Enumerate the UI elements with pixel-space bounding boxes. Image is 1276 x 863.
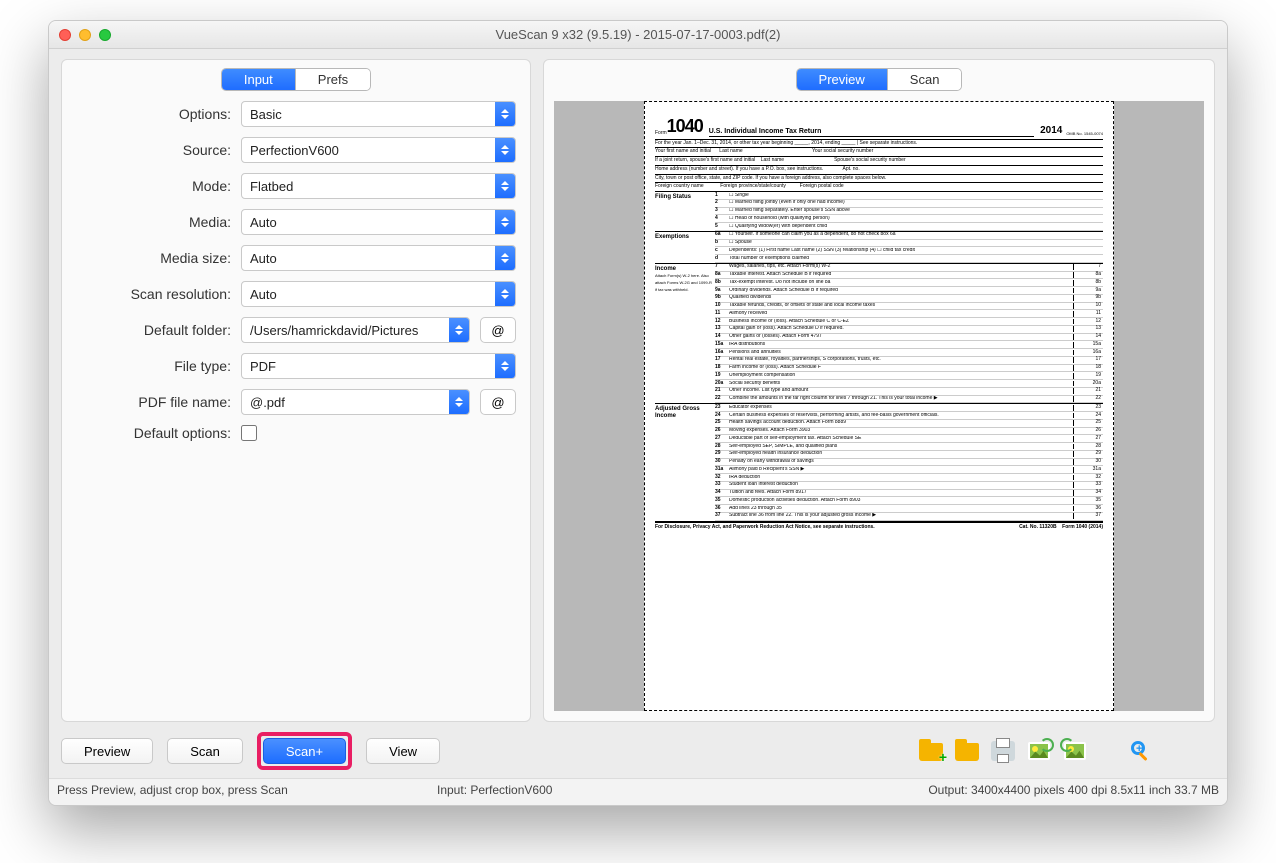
preview-button[interactable]: Preview (61, 738, 153, 764)
mediasize-label: Media size: (76, 250, 231, 266)
media-select[interactable]: Auto (241, 209, 516, 235)
mode-select[interactable]: Flatbed (241, 173, 516, 199)
folder-at-button[interactable]: @ (480, 317, 516, 343)
options-label: Options: (76, 106, 231, 122)
rotate-right-icon[interactable] (1061, 739, 1089, 763)
open-folder-icon[interactable] (953, 739, 981, 763)
source-select[interactable]: PerfectionV600 (241, 137, 516, 163)
chevron-updown-icon (495, 282, 515, 306)
printer-icon[interactable] (989, 739, 1017, 763)
status-right: Output: 3400x4400 pixels 400 dpi 8.5x11 … (777, 783, 1219, 797)
titlebar: VueScan 9 x32 (9.5.19) - 2015-07-17-0003… (49, 21, 1227, 49)
mediasize-select[interactable]: Auto (241, 245, 516, 271)
status-bar: Press Preview, adjust crop box, press Sc… (49, 778, 1227, 805)
scanplus-highlight: Scan+ (257, 732, 352, 770)
window-title: VueScan 9 x32 (9.5.19) - 2015-07-17-0003… (49, 27, 1227, 42)
form-year: 20201414 (1040, 125, 1062, 137)
pdfname-select[interactable]: @.pdf (241, 389, 470, 415)
media-label: Media: (76, 214, 231, 230)
chevron-updown-icon (449, 390, 469, 414)
form-title: U.S. Individual Income Tax Return (709, 128, 1034, 137)
chevron-updown-icon (495, 138, 515, 162)
settings-panel: Input Prefs Options: Basic Source: Perfe… (61, 59, 531, 722)
tab-prefs[interactable]: Prefs (295, 69, 370, 90)
scan-button[interactable]: Scan (167, 738, 243, 764)
source-label: Source: (76, 142, 231, 158)
chevron-updown-icon (495, 354, 515, 378)
scanres-label: Scan resolution: (76, 286, 231, 302)
app-window: VueScan 9 x32 (9.5.19) - 2015-07-17-0003… (48, 20, 1228, 806)
chevron-updown-icon (495, 246, 515, 270)
chevron-updown-icon (495, 210, 515, 234)
options-select[interactable]: Basic (241, 101, 516, 127)
scanres-select[interactable]: Auto (241, 281, 516, 307)
scanned-document: Form 1040 U.S. Individual Income Tax Ret… (644, 101, 1114, 711)
tab-scan[interactable]: Scan (887, 69, 962, 90)
scanplus-button[interactable]: Scan+ (263, 738, 346, 764)
form-number: 1040 (667, 116, 703, 137)
chevron-updown-icon (449, 318, 469, 342)
defaultopts-label: Default options: (76, 425, 231, 441)
right-tabs: Preview Scan (796, 68, 963, 91)
preview-area[interactable]: Form 1040 U.S. Individual Income Tax Ret… (554, 101, 1204, 711)
defaultopts-checkbox[interactable] (241, 425, 257, 441)
bottom-toolbar: Preview Scan Scan+ View + (49, 726, 1227, 774)
tab-input[interactable]: Input (222, 69, 295, 90)
folder-select[interactable]: /Users/hamrickdavid/Pictures (241, 317, 470, 343)
pdfname-at-button[interactable]: @ (480, 389, 516, 415)
filetype-label: File type: (76, 358, 231, 374)
preview-panel: Preview Scan Form 1040 U.S. Individual I… (543, 59, 1215, 722)
folder-label: Default folder: (76, 322, 231, 338)
filetype-select[interactable]: PDF (241, 353, 516, 379)
status-center: Input: PerfectionV600 (437, 783, 777, 797)
view-button[interactable]: View (366, 738, 440, 764)
new-folder-icon[interactable] (917, 739, 945, 763)
pdfname-label: PDF file name: (76, 394, 231, 410)
mode-label: Mode: (76, 178, 231, 194)
rotate-left-icon[interactable] (1025, 739, 1053, 763)
status-left: Press Preview, adjust crop box, press Sc… (57, 783, 437, 797)
zoom-in-icon[interactable]: + (1127, 739, 1155, 763)
tab-preview[interactable]: Preview (797, 69, 887, 90)
chevron-updown-icon (495, 174, 515, 198)
left-tabs: Input Prefs (221, 68, 371, 91)
chevron-updown-icon (495, 102, 515, 126)
